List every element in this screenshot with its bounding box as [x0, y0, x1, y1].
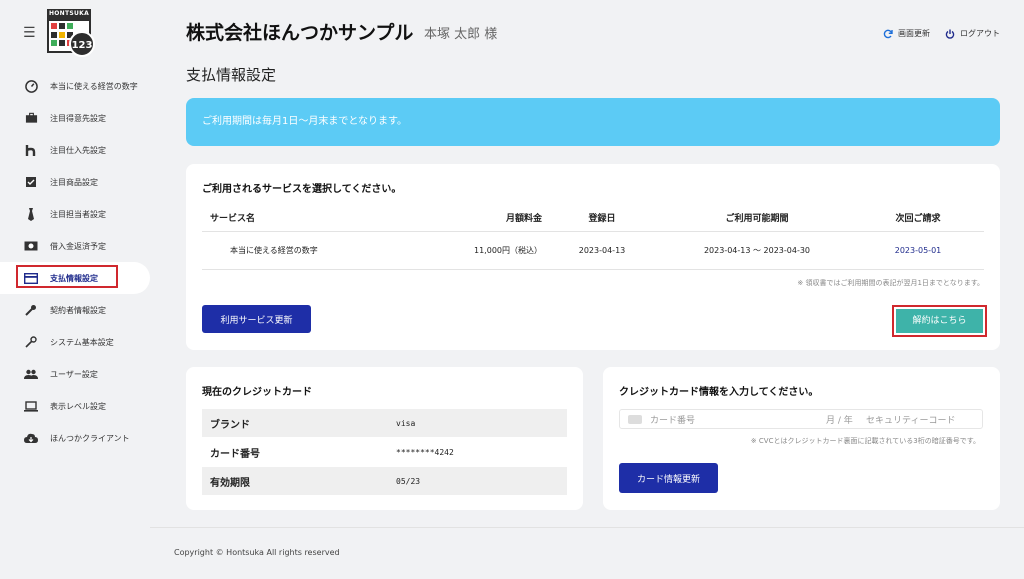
column-header: 次回ご請求 [895, 214, 941, 224]
copyright: Copyright © Hontsuka All rights reserved [174, 548, 340, 557]
money-icon [24, 239, 38, 253]
logout-label: ログアウト [960, 29, 1000, 38]
sidebar-item-label: 注目仕入先設定 [50, 145, 106, 155]
sidebar-item-customers[interactable]: 注目得意先設定 [0, 102, 150, 134]
new-card-title: クレジットカード情報を入力してください。 [619, 387, 819, 398]
sidebar-item-label: 契約者情報設定 [50, 305, 106, 315]
gauge-icon [24, 79, 38, 93]
services-card: ご利用されるサービスを選択してください。 サービス名 月額料金 登録日 ご利用可… [186, 164, 1000, 350]
monthly-fee: 11,000円（税込） [474, 246, 542, 255]
sidebar-item-label: 注目商品設定 [50, 177, 98, 187]
sidebar-item-products[interactable]: 注目商品設定 [0, 166, 150, 198]
column-header: 月額料金 [505, 214, 542, 224]
expiry-value: 05/23 [396, 476, 421, 486]
update-card-button[interactable]: カード情報更新 [619, 463, 718, 493]
sidebar-item-label: ほんつかクライアント [50, 433, 130, 443]
page-title: 支払情報設定 [186, 66, 277, 84]
cvc-input[interactable]: セキュリティーコード [866, 413, 955, 426]
power-icon [945, 29, 955, 39]
cloud-download-icon [24, 431, 38, 445]
sidebar-item-label: 借入金返済予定 [50, 241, 106, 251]
sidebar-item-users[interactable]: ユーザー設定 [0, 358, 150, 390]
sidebar-item-label: 表示レベル設定 [50, 401, 106, 411]
table-header: サービス名 月額料金 登録日 ご利用可能期間 次回ご請求 [202, 204, 984, 232]
sidebar-item-system[interactable]: システム基本設定 [0, 326, 150, 358]
service-name: 本当に使える経営の数字 [230, 246, 318, 255]
laptop-icon [24, 399, 38, 413]
card-number-input[interactable]: カード番号 [650, 413, 826, 426]
user-name: 本塚 太郎 様 [424, 27, 498, 42]
checkbox-icon [24, 175, 38, 189]
card-icon [628, 414, 642, 424]
column-header: 登録日 [588, 214, 616, 224]
sidebar-item-display-level[interactable]: 表示レベル設定 [0, 390, 150, 422]
registration-date: 2023-04-13 [578, 246, 626, 255]
sidebar-nav: 本当に使える経営の数字 注目得意先設定 注目仕入先設定 注目商品設定 注目担当者… [0, 70, 150, 454]
new-card-panel: クレジットカード情報を入力してください。 カード番号 月 / 年 セキュリティー… [603, 367, 1000, 510]
sidebar-item-loans[interactable]: 借入金返済予定 [0, 230, 150, 262]
footer-divider [150, 527, 1024, 528]
sidebar-item-label: 注目担当者設定 [50, 209, 106, 219]
logo[interactable]: HONTSUKA 123 [47, 9, 97, 57]
sidebar-item-label: 本当に使える経営の数字 [50, 81, 138, 91]
current-card-panel: 現在のクレジットカード ブランド visa カード番号 ********4242… [186, 367, 583, 510]
table-row: ブランド visa [202, 409, 567, 438]
logout-button[interactable]: ログアウト [945, 28, 1000, 39]
sidebar-item-payment[interactable]: 支払情報設定 [0, 262, 150, 294]
sidebar-item-label: システム基本設定 [50, 337, 114, 347]
brand-value: visa [396, 418, 416, 428]
refresh-icon [883, 29, 893, 38]
column-header: ご利用可能期間 [725, 214, 789, 224]
company-name: 株式会社ほんつかサンプル [186, 22, 414, 44]
info-banner: ご利用期間は毎月1日～月末までとなります。 [186, 98, 1000, 146]
services-title: ご利用されるサービスを選択してください。 [202, 184, 402, 195]
tie-icon [24, 207, 38, 221]
expiry-label: 有効期限 [210, 477, 250, 489]
services-table: サービス名 月額料金 登録日 ご利用可能期間 次回ご請求 本当に使える経営の数字… [202, 204, 984, 270]
cancel-highlight: 解約はこちら [892, 305, 987, 337]
sidebar-item-client[interactable]: ほんつかクライアント [0, 422, 150, 454]
logo-text: HONTSUKA [47, 9, 91, 19]
briefcase-icon [24, 111, 38, 125]
menu-icon[interactable]: ☰ [23, 25, 36, 41]
expiry-input[interactable]: 月 / 年 [826, 413, 866, 426]
table-row: カード番号 ********4242 [202, 438, 567, 467]
receipt-note: ※ 領収書ではご利用期間の表記が翌月1日までとなります。 [797, 279, 984, 287]
card-input-field[interactable]: カード番号 月 / 年 セキュリティーコード [619, 409, 983, 429]
sidebar-item-label: ユーザー設定 [50, 369, 98, 379]
sidebar-item-management-numbers[interactable]: 本当に使える経営の数字 [0, 70, 150, 102]
wrench-icon [24, 303, 38, 317]
sidebar-item-contractor[interactable]: 契約者情報設定 [0, 294, 150, 326]
table-row: 有効期限 05/23 [202, 467, 567, 496]
update-services-button[interactable]: 利用サービス更新 [202, 305, 311, 333]
column-header: サービス名 [210, 214, 256, 224]
brand-label: ブランド [210, 419, 250, 431]
sidebar-item-label: 注目得意先設定 [50, 113, 106, 123]
cancel-contract-button[interactable]: 解約はこちら [896, 309, 983, 333]
table-row[interactable]: 本当に使える経営の数字 11,000円（税込） 2023-04-13 2023-… [202, 232, 984, 270]
people-icon [24, 367, 38, 381]
current-card-table: ブランド visa カード番号 ********4242 有効期限 05/23 [202, 409, 567, 496]
current-card-title: 現在のクレジットカード [202, 387, 312, 398]
refresh-button[interactable]: 画面更新 [883, 28, 930, 39]
cvc-note: ※ CVCとはクレジットカード裏面に記載されている3桁の暗証番号です。 [750, 437, 980, 445]
highlight-box [16, 265, 118, 288]
logo-badge: 123 [69, 31, 95, 57]
usage-period: 2023-04-13 ～ 2023-04-30 [703, 246, 811, 255]
h-icon [24, 143, 38, 157]
next-billing-date: 2023-05-01 [894, 246, 942, 255]
sidebar-item-suppliers[interactable]: 注目仕入先設定 [0, 134, 150, 166]
wrench-icon [24, 335, 38, 349]
sidebar: ☰ HONTSUKA 123 本当に使える経営の数字 注目得意先設定 注目仕入先… [0, 0, 150, 579]
refresh-label: 画面更新 [898, 29, 930, 38]
sidebar-item-staff[interactable]: 注目担当者設定 [0, 198, 150, 230]
card-number-label: カード番号 [210, 448, 260, 460]
card-number-value: ********4242 [396, 447, 454, 457]
